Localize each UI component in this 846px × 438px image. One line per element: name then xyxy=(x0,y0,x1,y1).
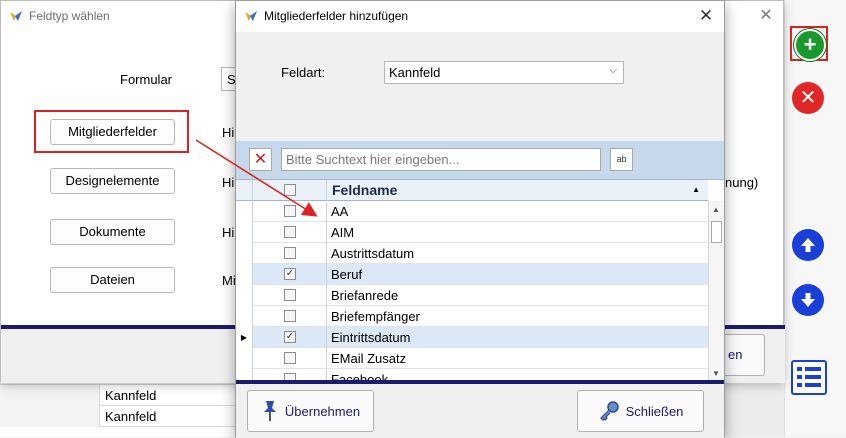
table-row[interactable]: Kannfeld xyxy=(0,406,240,427)
uebernehmen-button[interactable]: Übernehmen xyxy=(247,390,374,432)
chevron-down-icon: ⌵ xyxy=(609,65,617,76)
field-name: Briefempfänger xyxy=(331,309,420,324)
checkbox-cell xyxy=(253,348,327,369)
grid-row[interactable]: EMail Zusatz xyxy=(236,348,708,369)
feldart-label: Feldart: xyxy=(281,65,326,80)
scroll-thumb[interactable] xyxy=(711,221,722,243)
field-name: Facebook xyxy=(331,372,389,380)
schliessen-label: Schließen xyxy=(625,403,684,419)
grid-header: Feldname ▲ xyxy=(236,180,708,201)
grid-row[interactable]: ▶ ✓ Eintrittsdatum xyxy=(236,327,708,348)
app-logo-icon xyxy=(10,11,22,21)
button-description: nung) xyxy=(725,175,759,190)
field-name: Beruf xyxy=(331,267,363,282)
app-logo-icon xyxy=(245,11,257,21)
formular-label: Formular xyxy=(120,72,173,87)
filter-panel xyxy=(236,32,724,141)
scroll-up-icon[interactable]: ▲ xyxy=(712,205,720,214)
dialog-title: Feldtyp wählen xyxy=(9,9,110,23)
table-row[interactable]: Kannfeld xyxy=(0,385,240,406)
schliessen-button[interactable]: Schließen xyxy=(577,390,704,432)
search-input[interactable]: Bitte Suchtext hier eingeben... xyxy=(281,148,601,171)
button-description: Mi xyxy=(222,273,236,288)
row-checkbox[interactable] xyxy=(284,352,296,364)
fields-grid: Feldname ▲ AA AIM Austrittsdatum ✓ Beruf Brie… xyxy=(236,179,724,380)
checkbox-cell: ✓ xyxy=(253,327,327,348)
select-all-header[interactable] xyxy=(253,180,327,201)
row-checkbox[interactable]: ✓ xyxy=(284,331,296,343)
pin-icon xyxy=(263,401,276,421)
mitgliederfelder-button[interactable]: Mitgliederfelder xyxy=(50,119,175,145)
row-checkbox[interactable] xyxy=(284,373,296,380)
row-indicator[interactable] xyxy=(236,243,253,264)
mitgliederfelder-dialog: Mitgliederfelder hinzufügen ✕ Feldart: K… xyxy=(235,0,725,438)
uebernehmen-label: Übernehmen xyxy=(284,403,361,419)
row-indicator[interactable] xyxy=(236,264,253,285)
grid-row[interactable]: Briefanrede xyxy=(236,285,708,306)
checkbox-cell xyxy=(253,222,327,243)
grid-row[interactable]: ✓ Beruf xyxy=(236,264,708,285)
background-grid: Kannfeld Kannfeld xyxy=(0,384,240,437)
delete-icon[interactable]: ✕ xyxy=(792,82,824,114)
close-icon[interactable]: ✕ xyxy=(694,4,718,28)
field-name: AA xyxy=(331,204,349,219)
row-indicator[interactable] xyxy=(236,222,253,243)
arrow-up-icon[interactable] xyxy=(792,229,824,261)
grid-row[interactable]: Facebook xyxy=(236,369,708,380)
grid-row[interactable]: AIM xyxy=(236,222,708,243)
column-header-label: Feldname xyxy=(332,182,398,198)
checkbox-cell xyxy=(253,201,327,222)
row-checkbox[interactable]: ✓ xyxy=(284,268,296,280)
button-description: Hi xyxy=(222,225,235,240)
row-checkbox[interactable] xyxy=(284,289,296,301)
column-header-feldname[interactable]: Feldname ▲ xyxy=(327,180,708,201)
row-indicator[interactable]: ▶ xyxy=(236,327,253,348)
clear-search-icon[interactable]: ✕ xyxy=(249,148,272,171)
search-options-icon[interactable]: ab xyxy=(610,148,633,171)
grid-row[interactable]: AA xyxy=(236,201,708,222)
dialog-title: Mitgliederfelder hinzufügen xyxy=(244,9,408,23)
scroll-down-icon[interactable]: ▼ xyxy=(712,369,720,378)
checkbox-cell xyxy=(253,306,327,327)
field-name: Austrittsdatum xyxy=(331,246,415,261)
button-description: Hi xyxy=(222,125,235,140)
row-checkbox[interactable] xyxy=(284,310,296,322)
table-cell: Kannfeld xyxy=(105,388,157,403)
designelemente-button[interactable]: Designelemente xyxy=(50,168,175,194)
grid-row[interactable]: Briefempfänger xyxy=(236,306,708,327)
feldart-value: Kannfeld xyxy=(389,65,441,80)
dialog-title-text: Mitgliederfelder hinzufügen xyxy=(264,9,409,23)
row-checkbox[interactable] xyxy=(284,205,296,217)
row-indicator[interactable] xyxy=(236,201,253,222)
table-cell: Kannfeld xyxy=(105,409,157,424)
field-name: AIM xyxy=(331,225,355,240)
dialog-title-text: Feldtyp wählen xyxy=(29,9,110,23)
row-checkbox[interactable] xyxy=(284,226,296,238)
checkbox-cell xyxy=(253,369,327,380)
field-name: Eintrittsdatum xyxy=(331,330,411,345)
list-icon[interactable] xyxy=(791,360,827,395)
feldart-select[interactable]: Kannfeld ⌵ xyxy=(384,61,624,84)
row-indicator[interactable] xyxy=(236,369,253,380)
dokumente-button[interactable]: Dokumente xyxy=(50,219,175,245)
grid-row[interactable]: Austrittsdatum xyxy=(236,243,708,264)
row-checkbox[interactable] xyxy=(284,247,296,259)
checkbox-cell xyxy=(253,285,327,306)
add-icon[interactable]: + xyxy=(794,29,826,61)
vertical-scrollbar[interactable]: ▲ ▼ xyxy=(708,201,724,380)
sort-icon: ▲ xyxy=(692,185,700,194)
dateien-button[interactable]: Dateien xyxy=(50,267,175,293)
button-description: Hi xyxy=(222,175,235,190)
select-all-checkbox[interactable] xyxy=(284,184,296,196)
arrow-down-icon[interactable] xyxy=(792,284,824,316)
field-name: Briefanrede xyxy=(331,288,399,303)
close-icon[interactable]: ✕ xyxy=(755,5,777,27)
row-indicator[interactable] xyxy=(236,348,253,369)
field-name: EMail Zusatz xyxy=(331,351,407,366)
checkbox-cell: ✓ xyxy=(253,264,327,285)
row-indicator[interactable] xyxy=(236,306,253,327)
checkbox-cell xyxy=(253,243,327,264)
key-icon xyxy=(599,401,619,421)
row-indicator[interactable] xyxy=(236,285,253,306)
